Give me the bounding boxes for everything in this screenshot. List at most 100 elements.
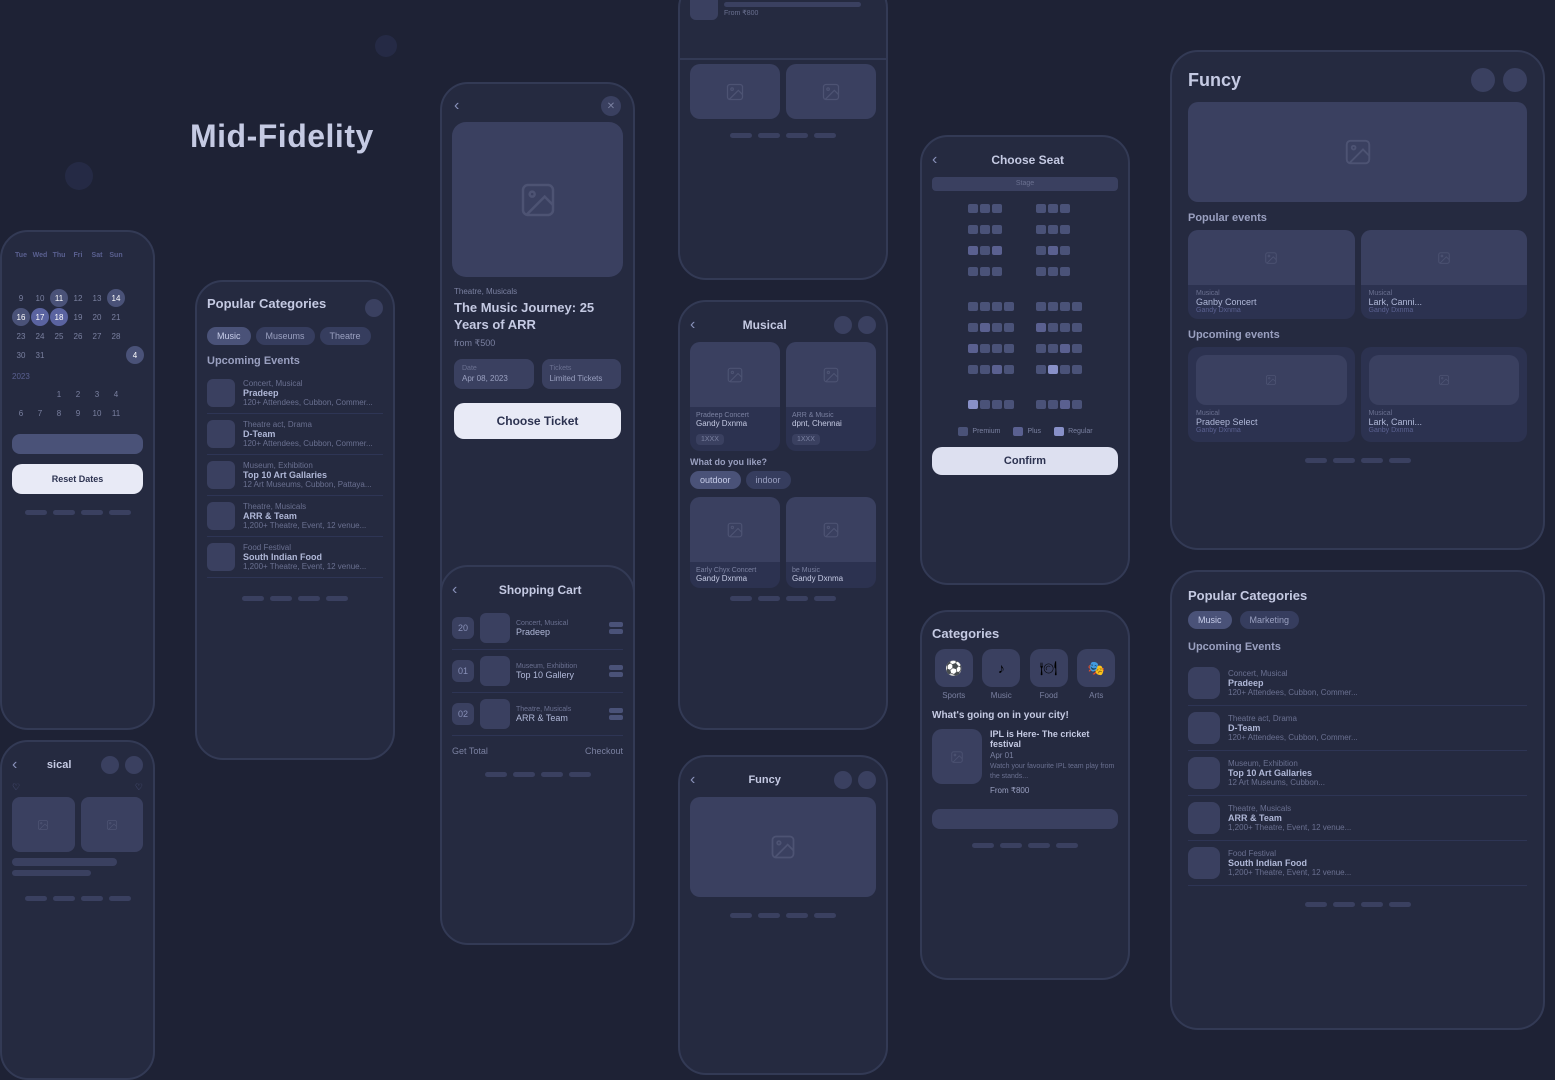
seat[interactable] bbox=[1048, 400, 1058, 409]
category-pill-museums[interactable]: Museums bbox=[256, 327, 315, 345]
seat[interactable] bbox=[968, 225, 978, 234]
cal-day[interactable]: 27 bbox=[88, 327, 106, 345]
cal-day[interactable]: 10 bbox=[88, 404, 106, 422]
category-pill-theatre[interactable]: Theatre bbox=[320, 327, 371, 345]
cal-day[interactable]: 9 bbox=[12, 289, 30, 307]
cal-day[interactable]: 20 bbox=[88, 308, 106, 326]
back-icon[interactable]: ‹ bbox=[932, 151, 937, 169]
cal-day[interactable] bbox=[126, 308, 144, 326]
cal-day[interactable]: 11 bbox=[107, 404, 125, 422]
seat[interactable] bbox=[1036, 365, 1046, 374]
seat[interactable] bbox=[992, 204, 1002, 213]
seat[interactable] bbox=[1004, 365, 1014, 374]
cal-day[interactable] bbox=[12, 385, 30, 403]
cal-day[interactable] bbox=[50, 346, 68, 364]
seat[interactable] bbox=[1036, 344, 1046, 353]
seat[interactable] bbox=[1060, 267, 1070, 276]
seat-selected[interactable] bbox=[968, 400, 978, 409]
heart-icon[interactable] bbox=[125, 756, 143, 774]
seat[interactable] bbox=[968, 302, 978, 311]
seat[interactable] bbox=[1072, 302, 1082, 311]
back-icon[interactable]: ‹ bbox=[12, 756, 17, 774]
cart-item-action[interactable] bbox=[609, 622, 623, 627]
seat[interactable] bbox=[1060, 365, 1070, 374]
seat[interactable] bbox=[980, 400, 990, 409]
cal-day-highlight[interactable]: 16 bbox=[12, 308, 30, 326]
seat[interactable] bbox=[968, 204, 978, 213]
seat[interactable] bbox=[1004, 323, 1014, 332]
cal-day[interactable] bbox=[126, 385, 144, 403]
outdoor-tab[interactable]: outdoor bbox=[690, 471, 741, 489]
cal-day[interactable]: 13 bbox=[88, 289, 106, 307]
heart-icon[interactable] bbox=[858, 771, 876, 789]
seat[interactable] bbox=[968, 365, 978, 374]
cal-day[interactable]: 26 bbox=[69, 327, 87, 345]
seat[interactable] bbox=[968, 323, 978, 332]
seat[interactable] bbox=[1036, 246, 1046, 255]
seat[interactable] bbox=[1072, 323, 1082, 332]
search-icon[interactable] bbox=[101, 756, 119, 774]
seat[interactable] bbox=[992, 400, 1002, 409]
seat[interactable] bbox=[1060, 204, 1070, 213]
cal-day[interactable] bbox=[107, 270, 125, 288]
upcoming-event-card[interactable]: Musical Pradeep Select Ganby Dxnma bbox=[1188, 347, 1355, 442]
cal-day[interactable]: 24 bbox=[31, 327, 49, 345]
popular-event-card[interactable]: Musical Lark, Canni... Gandy Dxnma bbox=[1361, 230, 1528, 319]
cal-day[interactable]: 6 bbox=[12, 404, 30, 422]
seat[interactable] bbox=[1048, 204, 1058, 213]
cal-day[interactable] bbox=[107, 346, 125, 364]
cal-day-today[interactable]: 17 bbox=[31, 308, 49, 326]
seat[interactable] bbox=[980, 225, 990, 234]
search-icon[interactable] bbox=[834, 316, 852, 334]
cal-day[interactable] bbox=[69, 346, 87, 364]
seat[interactable] bbox=[1048, 344, 1058, 353]
popular-event-card[interactable]: Musical Ganby Concert Gandy Dxnma bbox=[1188, 230, 1355, 319]
cal-day[interactable]: 25 bbox=[50, 327, 68, 345]
cal-day[interactable] bbox=[126, 404, 144, 422]
category-sports[interactable]: ⚽ Sports bbox=[932, 649, 976, 700]
cal-day[interactable]: 10 bbox=[31, 289, 49, 307]
back-icon[interactable]: ‹ bbox=[452, 581, 457, 599]
seat[interactable] bbox=[1004, 302, 1014, 311]
cal-day[interactable] bbox=[88, 346, 106, 364]
seat[interactable] bbox=[992, 344, 1002, 353]
cart-item-action[interactable] bbox=[609, 672, 623, 677]
cal-day[interactable]: 2 bbox=[69, 385, 87, 403]
indoor-tab[interactable]: indoor bbox=[746, 471, 791, 489]
cal-day-highlight[interactable]: 4 bbox=[126, 346, 144, 364]
event-card[interactable]: Early Chyx Concert Gandy Dxnma bbox=[690, 497, 780, 588]
cal-day-today[interactable]: 18 bbox=[50, 308, 68, 326]
seat[interactable] bbox=[1036, 267, 1046, 276]
cal-day[interactable] bbox=[126, 270, 144, 288]
back-icon[interactable]: ‹ bbox=[690, 771, 695, 789]
seat[interactable] bbox=[1004, 344, 1014, 353]
cal-day[interactable]: 4 bbox=[107, 385, 125, 403]
event-card[interactable]: Pradeep Concert Gandy Dxnma 1XXX bbox=[690, 342, 780, 451]
seat[interactable] bbox=[1060, 323, 1070, 332]
cart-item-action[interactable] bbox=[609, 715, 623, 720]
seat[interactable] bbox=[992, 302, 1002, 311]
cal-day[interactable] bbox=[31, 385, 49, 403]
seat[interactable] bbox=[980, 246, 990, 255]
category-food[interactable]: 🍽 Food bbox=[1027, 649, 1071, 700]
event-card[interactable]: be Music Gandy Dxnma bbox=[786, 497, 876, 588]
seat[interactable] bbox=[1048, 225, 1058, 234]
heart-icon[interactable] bbox=[858, 316, 876, 334]
seat[interactable] bbox=[1048, 302, 1058, 311]
seat[interactable] bbox=[1072, 365, 1082, 374]
seat[interactable] bbox=[1060, 225, 1070, 234]
cart-item-action[interactable] bbox=[609, 629, 623, 634]
cal-day[interactable] bbox=[69, 270, 87, 288]
category-music[interactable]: ♪ Music bbox=[980, 649, 1024, 700]
cal-day[interactable] bbox=[126, 289, 144, 307]
cal-day[interactable]: 31 bbox=[31, 346, 49, 364]
seat[interactable] bbox=[980, 302, 990, 311]
seat[interactable] bbox=[1036, 204, 1046, 213]
cal-day[interactable]: 21 bbox=[107, 308, 125, 326]
seat[interactable] bbox=[1048, 267, 1058, 276]
seat[interactable] bbox=[1036, 225, 1046, 234]
cal-day[interactable]: 12 bbox=[69, 289, 87, 307]
seat[interactable] bbox=[980, 365, 990, 374]
seat[interactable] bbox=[1036, 302, 1046, 311]
cal-day[interactable]: 9 bbox=[69, 404, 87, 422]
